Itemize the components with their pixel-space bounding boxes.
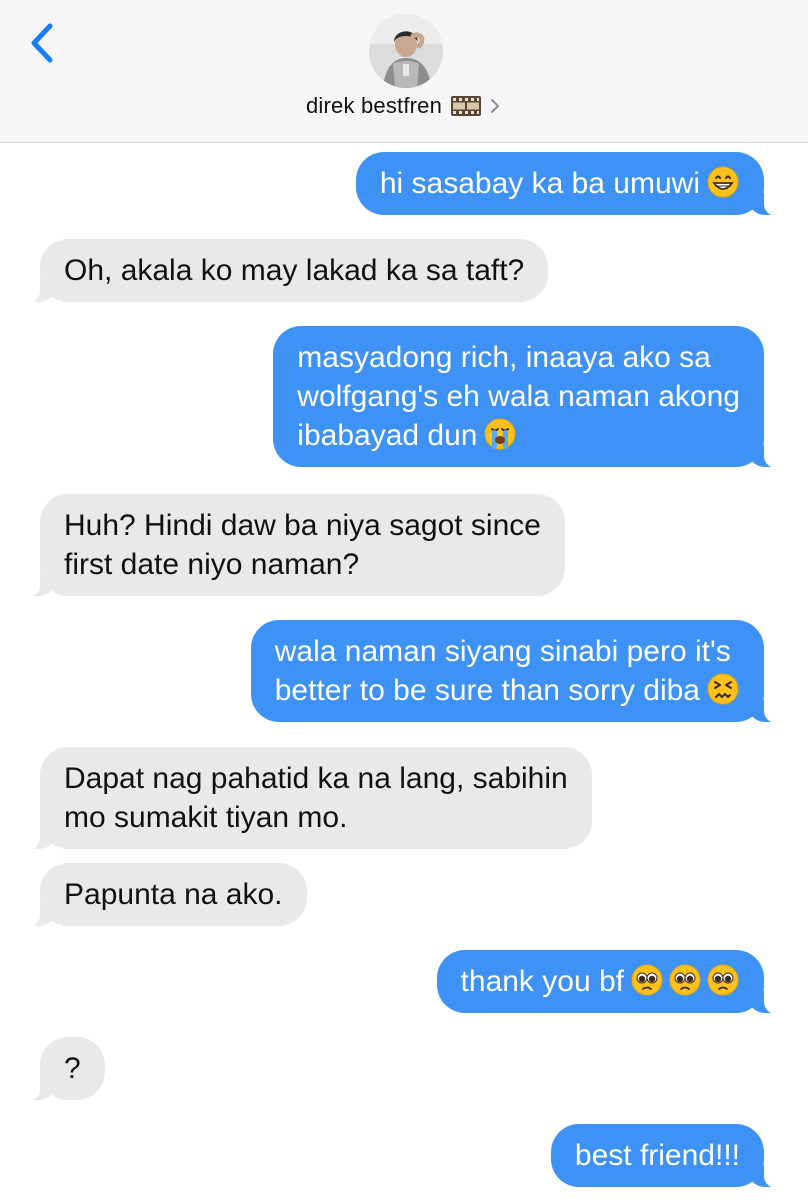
message-text-line: mo sumakit tiyan mo. <box>64 801 348 834</box>
message-bubble-outgoing[interactable]: masyadong rich, inaaya ako sa wolfgang's… <box>273 326 784 468</box>
message-text-line: Dapat nag pahatid ka na lang, sabihin <box>64 762 568 795</box>
message-text-line: ibabayad dun <box>297 416 740 455</box>
chevron-right-icon <box>491 99 500 114</box>
contact-name: direk bestfren <box>305 93 443 119</box>
message-text: Oh, akala ko may lakad ka sa taft? <box>64 254 525 287</box>
message-text-line: Huh? Hindi daw ba niya sagot since <box>64 509 541 542</box>
message-bubble-incoming[interactable]: Papunta na ako. <box>20 863 307 927</box>
contact-name-row[interactable]: direk bestfren <box>0 92 808 119</box>
confounded-face-icon <box>707 673 739 705</box>
message-text: thank you bf <box>461 962 740 1001</box>
message-text: best friend!!! <box>574 1139 740 1172</box>
message-bubble-incoming[interactable]: Huh? Hindi daw ba niya sagot since first… <box>20 494 565 597</box>
message-bubble-incoming[interactable]: Dapat nag pahatid ka na lang, sabihin mo… <box>20 747 592 850</box>
message-bubble-incoming[interactable]: ? <box>20 1037 105 1101</box>
conversation-header: direk bestfren <box>0 0 808 143</box>
message-text: Papunta na ako. <box>64 878 283 911</box>
message-text: hi sasabay ka ba umuwi <box>380 164 740 203</box>
message-text-line: first date niyo naman? <box>64 548 360 581</box>
message-bubble-outgoing[interactable]: thank you bf <box>436 950 785 1014</box>
pleading-face-icon <box>707 964 739 996</box>
pleading-face-icon <box>669 964 701 996</box>
message-bubble-outgoing[interactable]: best friend!!! <box>550 1124 785 1188</box>
message-text-line: better to be sure than sorry diba <box>275 671 740 710</box>
loudly-crying-face-icon <box>484 418 516 450</box>
pleading-face-icon <box>631 964 663 996</box>
message-text-line: masyadong rich, inaaya ako sa <box>297 341 711 374</box>
back-chevron-icon[interactable] <box>22 20 62 66</box>
message-text: ? <box>64 1052 81 1085</box>
message-bubble-incoming[interactable]: Oh, akala ko may lakad ka sa taft? <box>19 239 549 303</box>
message-text-line: wolfgang's eh wala naman akong <box>297 380 740 413</box>
message-text-line: wala naman siyang sinabi pero it's <box>274 635 731 668</box>
avatar-photo-icon <box>369 14 443 88</box>
message-bubble-outgoing[interactable]: wala naman siyang sinabi pero it's bette… <box>250 620 785 723</box>
message-bubble-outgoing[interactable]: hi sasabay ka ba umuwi <box>355 152 785 216</box>
film-frames-icon <box>451 96 482 117</box>
grinning-face-icon <box>707 166 739 198</box>
avatar[interactable] <box>369 14 443 88</box>
